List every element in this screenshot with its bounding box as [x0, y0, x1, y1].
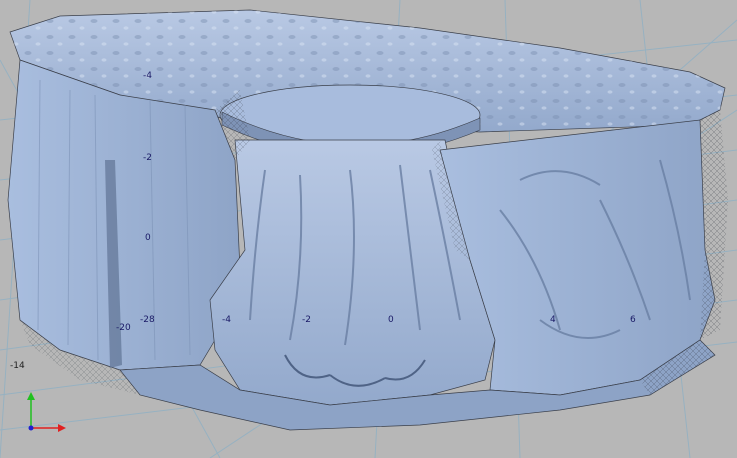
grid-tick: -4 [222, 315, 231, 325]
grid-tick: 0 [145, 233, 151, 243]
grid-tick: 6 [630, 315, 636, 325]
grid-tick: 0 [388, 315, 394, 325]
scanned-capital-mesh[interactable] [7, 9, 728, 431]
grid-tick: -20 [116, 323, 131, 333]
3d-viewport[interactable]: -14 -20 -28 -4 -2 0 4 6 0 -2 -4 [0, 0, 737, 458]
grid-tick: -2 [143, 153, 152, 163]
grid-tick: -14 [10, 361, 25, 371]
z-axis-origin [28, 425, 34, 431]
grid-tick: -4 [143, 71, 152, 81]
y-axis-arrowhead [27, 392, 35, 400]
x-axis-arrowhead [58, 424, 66, 432]
grid-tick: 4 [550, 315, 556, 325]
scene-canvas[interactable]: -14 -20 -28 -4 -2 0 4 6 0 -2 -4 [0, 0, 737, 458]
grid-tick: -2 [302, 315, 311, 325]
grid-tick: -28 [140, 315, 155, 325]
